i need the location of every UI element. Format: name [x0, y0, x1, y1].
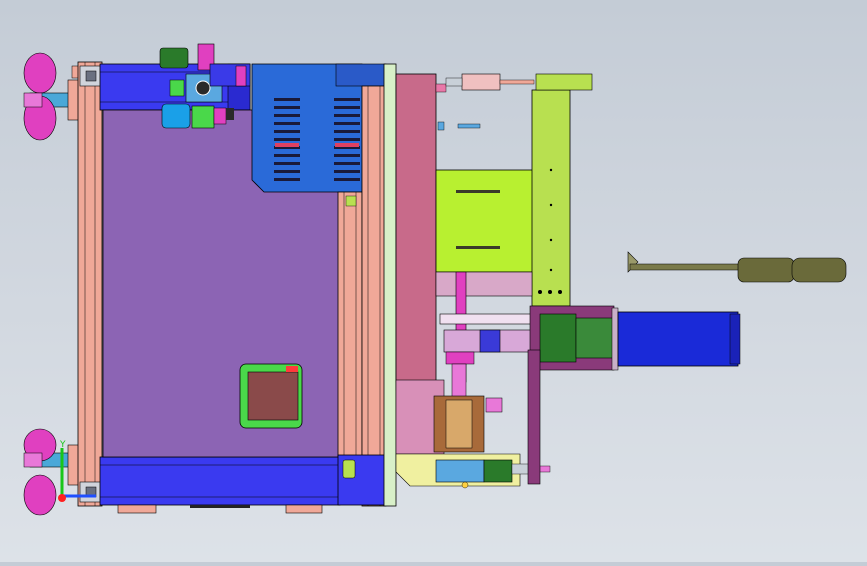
bottom-pneumatic-unit [395, 453, 551, 489]
lime-mold-block [435, 169, 535, 273]
leveling-foot-top [23, 52, 83, 141]
drive-motor [527, 305, 741, 485]
bottom-frame-rail [99, 456, 341, 514]
lift-cylinder [433, 395, 503, 453]
cad-viewport[interactable]: Y [0, 0, 867, 562]
inspection-window [239, 363, 303, 429]
top-cylinder [437, 73, 535, 131]
handle-rod [627, 251, 847, 283]
machine-assembly-drawing[interactable]: Y [0, 0, 867, 562]
vertical-bracket [531, 73, 593, 307]
leveling-foot-bottom [23, 428, 81, 516]
triad-y-label: Y [59, 440, 66, 450]
left-frame-column [77, 61, 103, 507]
